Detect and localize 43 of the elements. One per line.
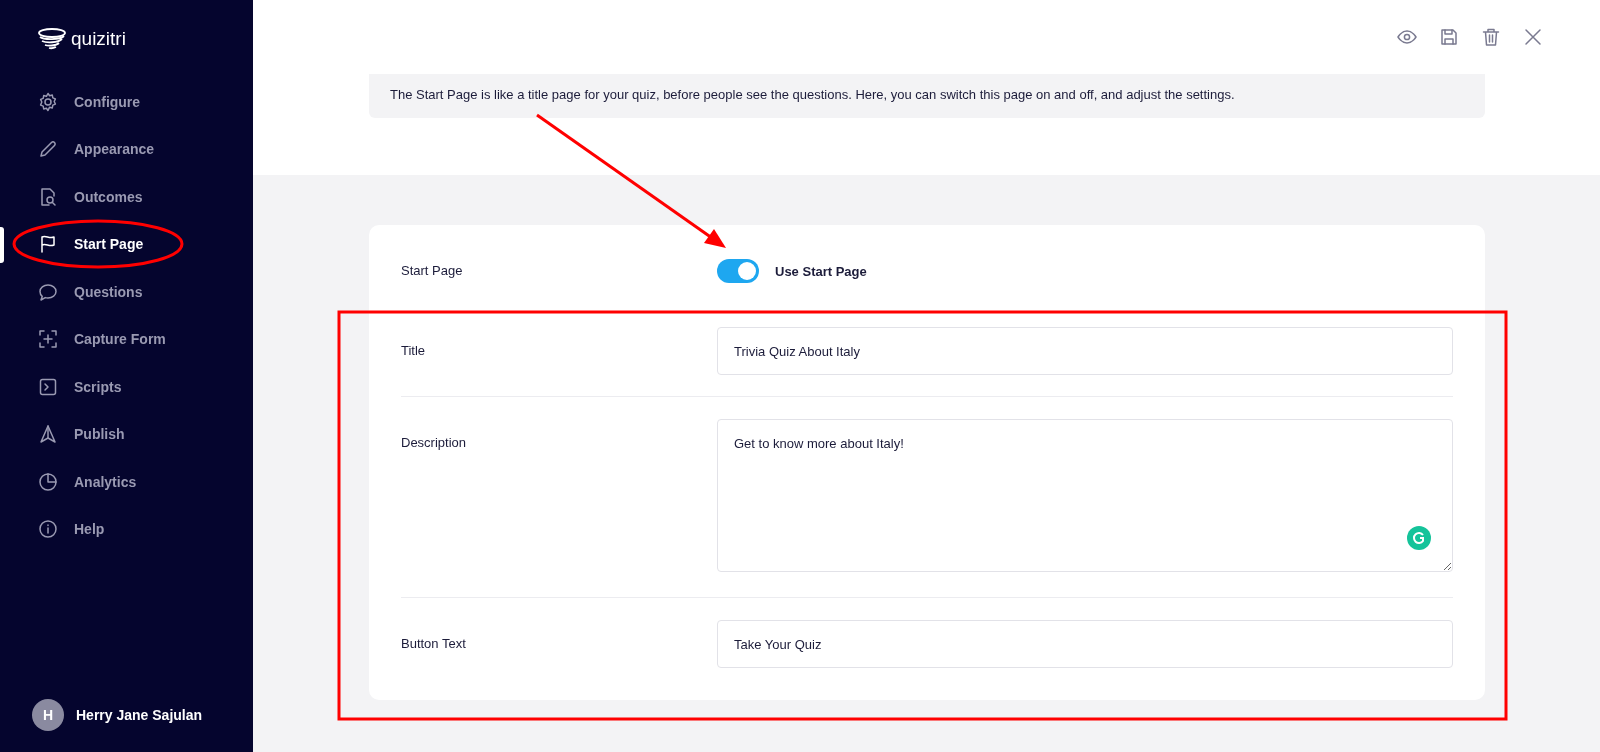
text-field[interactable]: Trivia Quiz About Italy [717,327,1453,375]
text-field[interactable]: Take Your Quiz [717,620,1453,668]
speech-bubble-icon [38,281,58,302]
sidebar-item[interactable]: Help [0,505,253,553]
navigation-arrow-icon [38,424,58,445]
sidebar-item[interactable]: Appearance [0,125,253,173]
field-label: Title [401,342,427,360]
sidebar-item[interactable]: Analytics [0,458,253,506]
app-logo-text: quizitri [71,28,126,50]
pencil-icon [38,139,58,160]
trash-button[interactable] [1481,27,1501,47]
description-field[interactable]: Get to know more about Italy! [717,419,1453,572]
spiral-logo-icon [37,28,67,50]
info-icon [38,519,58,540]
sidebar-item[interactable]: Start Page [0,220,253,268]
capture-frame-icon [38,329,58,350]
writing-assistant-icon[interactable] [1407,526,1431,550]
sidebar-item[interactable]: Scripts [0,363,253,411]
field-label: Start Page [401,262,464,280]
toggle-switch[interactable] [717,259,759,283]
field-label: Description [401,434,468,450]
close-icon [1523,27,1543,47]
gear-icon [38,91,58,112]
terminal-icon [38,376,58,397]
eye-icon [1397,27,1417,47]
toggle-label: Use Start Page [775,263,867,279]
user-name: Herry Jane Sajulan [76,707,203,723]
pie-chart-icon [38,471,58,492]
close-button[interactable] [1523,27,1543,47]
sidebar-item[interactable]: Capture Form [0,315,253,363]
active-indicator [0,226,4,263]
sidebar-item[interactable]: Publish [0,410,253,458]
save-button[interactable] [1439,27,1459,47]
flag-icon [38,234,58,255]
field-label: Button Text [401,635,467,653]
info-text: The Start Page is like a title page for your quiz, before people see the questions. Here, you can switch this page on and off, and adjust the settings. [369,74,1485,118]
sidebar-item[interactable]: Questions [0,268,253,316]
save-icon [1439,27,1459,47]
document-search-icon [38,186,58,207]
sidebar-item[interactable]: Outcomes [0,173,253,221]
eye-button[interactable] [1397,27,1417,47]
trash-icon [1481,27,1501,47]
sidebar-item[interactable]: Configure [0,78,253,126]
